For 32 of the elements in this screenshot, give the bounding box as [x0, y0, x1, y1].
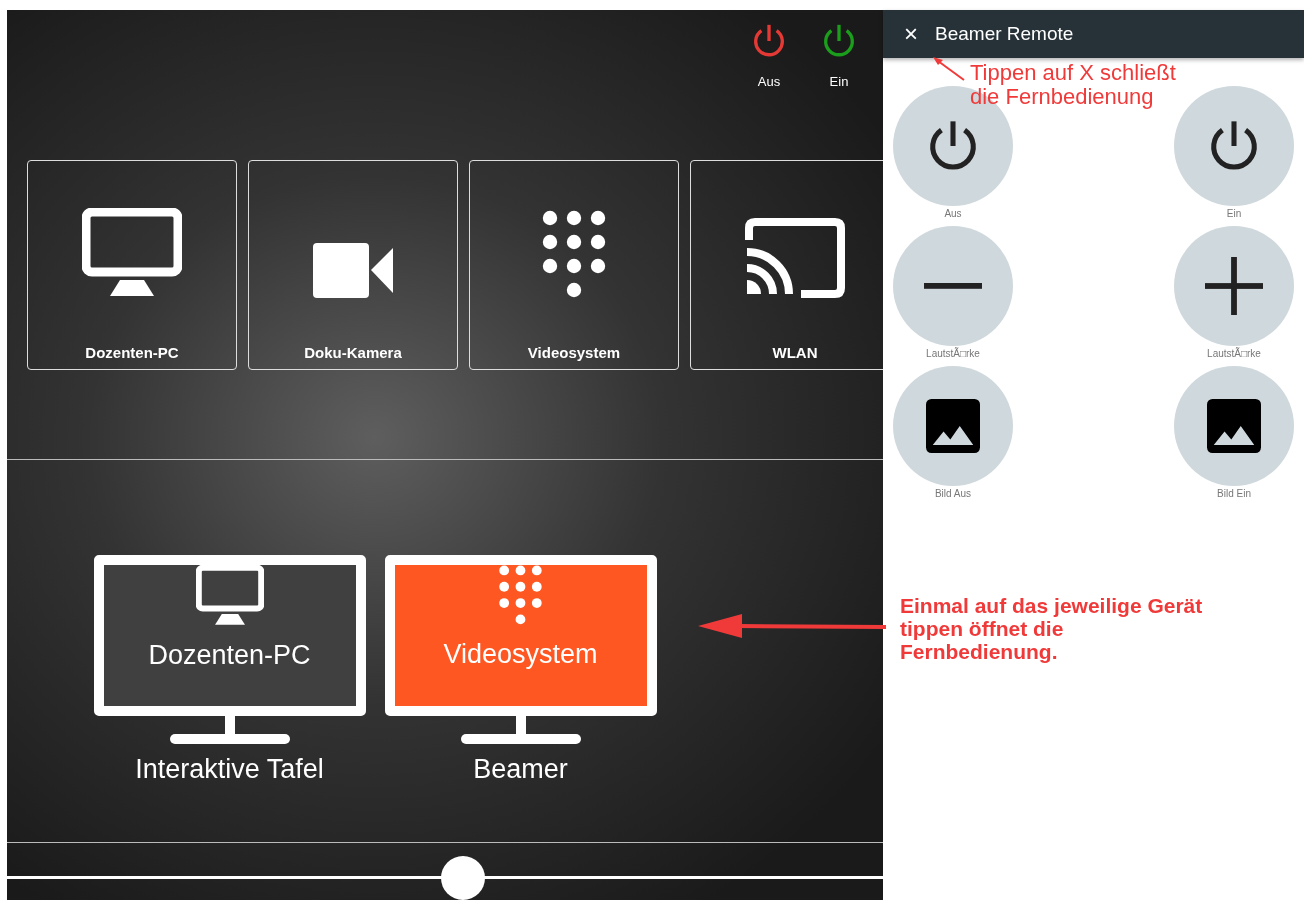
remote-button-label: Bild Ein	[1217, 488, 1251, 499]
remote-button-label: Bild Aus	[934, 488, 972, 499]
annotation-text: Einmal auf das jeweilige Gerät tippen öffnet die Fernbedienung.	[900, 594, 1203, 664]
monitor-stand-icon	[460, 716, 581, 744]
monitor-icon	[82, 208, 182, 298]
source-tile[interactable]: Videosystem	[469, 160, 679, 370]
monitor-stand-icon	[169, 716, 290, 744]
plus-icon	[1205, 257, 1263, 315]
annotation-text: Tippen auf X schließt die Fernbedienung	[970, 61, 1176, 110]
source-tile[interactable]: Dozenten-PC	[27, 160, 237, 370]
cast-icon	[745, 218, 845, 298]
close-button[interactable]: ×	[901, 22, 921, 46]
remote-button-label: LautstÃ□rke	[1207, 348, 1261, 359]
remote-button-label: Aus	[944, 208, 962, 219]
display-name: Beamer	[473, 754, 568, 785]
power-button[interactable]: Aus	[749, 22, 789, 150]
remote-title: Beamer Remote	[935, 23, 1074, 45]
video-camera-icon	[313, 243, 393, 298]
annotation-arrow	[932, 56, 966, 82]
display-button[interactable]: Dozenten-PC	[93, 555, 366, 716]
power-button[interactable]: Ein	[819, 22, 859, 150]
source-tile[interactable]: WLAN	[690, 160, 883, 370]
image-icon	[1207, 399, 1261, 453]
keypad-icon	[496, 565, 545, 625]
remote-button-label: LautstÃ□rke	[926, 348, 980, 359]
monitor-icon	[195, 565, 264, 627]
slider-track[interactable]	[7, 855, 883, 900]
source-tile[interactable]: Doku-Kamera	[248, 160, 458, 370]
minus-icon	[924, 283, 982, 289]
remote-button-label: Ein	[1226, 208, 1242, 219]
display-name: Interaktive Tafel	[135, 754, 324, 785]
image-icon	[926, 399, 980, 453]
